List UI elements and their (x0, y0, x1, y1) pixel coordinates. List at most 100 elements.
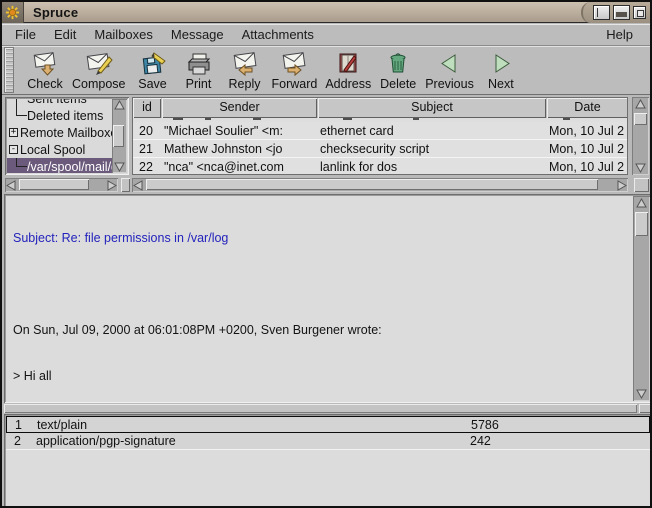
pane-splitter-handle[interactable] (121, 178, 130, 192)
delete-icon (390, 53, 406, 73)
forward-icon (283, 52, 306, 77)
print-icon (187, 53, 210, 75)
menubar: File Edit Mailboxes Message Attachments … (2, 24, 650, 45)
message-body: Subject: Re: file permissions in /var/lo… (7, 197, 631, 400)
scrollbar-thumb[interactable] (19, 179, 89, 190)
menu-message[interactable]: Message (162, 25, 233, 44)
folder-tree: Sent Items Deleted items + Remote Mailbo… (7, 99, 112, 173)
toolbar-label: Print (185, 77, 212, 91)
check-button[interactable]: Check (22, 47, 68, 93)
pane-splitter-handle[interactable] (639, 404, 650, 413)
toolbar-label: Delete (380, 77, 417, 91)
pane-splitter-handle[interactable] (634, 178, 649, 192)
save-button[interactable]: Save (130, 47, 176, 93)
menu-attachments[interactable]: Attachments (233, 25, 323, 44)
next-button[interactable]: Next (478, 47, 524, 93)
expand-plus-icon[interactable]: + (9, 128, 18, 137)
folder-tree-pane: Sent Items Deleted items + Remote Mailbo… (5, 97, 129, 175)
toolbar-label: Compose (72, 77, 126, 91)
folder-item-local-spool[interactable]: - Local Spool (7, 141, 112, 158)
message-subject-line: Subject: Re: file permissions in /var/lo… (13, 230, 229, 245)
previous-button[interactable]: Previous (421, 47, 478, 93)
toolbar-label: Forward (271, 77, 318, 91)
spruce-window: Spruce File Edit Mailboxes Message Attac… (0, 0, 652, 508)
column-header-subject[interactable]: Subject (318, 98, 546, 118)
message-row[interactable]: 22 "nca" <nca@inet.com lanlink for dos M… (133, 158, 627, 174)
titlebar[interactable]: Spruce (2, 2, 650, 23)
scrollbar-thumb[interactable] (113, 125, 124, 147)
scroll-left-icon[interactable] (132, 179, 145, 192)
tree-horizontal-scrollbar[interactable] (5, 178, 118, 192)
window-controls (581, 2, 650, 23)
close-button[interactable] (633, 5, 646, 19)
attachment-row[interactable]: 1 text/plain 5786 (6, 416, 650, 433)
column-header-date[interactable]: Date (547, 98, 627, 118)
column-header-id[interactable]: id (133, 98, 161, 118)
delete-button[interactable]: Delete (375, 47, 421, 93)
reply-button[interactable]: Reply (222, 47, 268, 93)
body-horizontal-scrollbar[interactable] (4, 404, 637, 413)
window-menu-button[interactable] (2, 2, 24, 23)
message-row[interactable]: 20 "Michael Soulier" <m: ethernet card M… (133, 122, 627, 140)
message-row-partial[interactable] (133, 118, 627, 122)
message-list-header: id Sender Subject Date (133, 98, 627, 118)
next-icon (495, 54, 510, 73)
folder-item-var-spool-mail[interactable]: /var/spool/mail/gj (7, 158, 112, 173)
forward-button[interactable]: Forward (268, 47, 322, 93)
toolbar-drag-handle[interactable] (4, 47, 14, 93)
body-vertical-scrollbar[interactable] (633, 196, 650, 401)
scrollbar-thumb[interactable] (635, 212, 648, 236)
message-row[interactable]: 21 Mathew Johnston <jo checksecurity scr… (133, 140, 627, 158)
scroll-down-icon[interactable] (635, 387, 648, 400)
compose-icon (86, 53, 113, 75)
list-horizontal-scrollbar[interactable] (132, 178, 628, 192)
tree-vertical-scrollbar[interactable] (112, 99, 127, 173)
column-header-sender[interactable]: Sender (162, 98, 317, 118)
shade-button[interactable] (593, 4, 610, 20)
menu-file[interactable]: File (6, 25, 45, 44)
scroll-right-icon[interactable] (615, 179, 628, 192)
print-button[interactable]: Print (176, 47, 222, 93)
scroll-up-icon[interactable] (113, 99, 126, 112)
tree-branch (16, 158, 27, 167)
menu-mailboxes[interactable]: Mailboxes (85, 25, 162, 44)
toolbar: Check Compose Save Print Reply Forward A… (2, 45, 650, 95)
folder-item-deleted-items[interactable]: Deleted items (7, 107, 112, 124)
address-button[interactable]: Address (321, 47, 375, 93)
collapse-minus-icon[interactable]: - (9, 145, 18, 154)
menu-edit[interactable]: Edit (45, 25, 85, 44)
previous-icon (440, 54, 456, 73)
save-icon (142, 52, 166, 75)
folder-item-sent-items[interactable]: Sent Items (7, 99, 112, 107)
check-mail-icon (33, 52, 56, 76)
list-vertical-scrollbar[interactable] (632, 97, 649, 175)
message-list-pane: id Sender Subject Date 20 "Michael Souli… (132, 97, 628, 175)
toolbar-label: Check (27, 77, 63, 91)
scroll-down-icon[interactable] (634, 161, 647, 174)
scroll-up-icon[interactable] (635, 197, 648, 210)
scroll-left-icon[interactable] (5, 179, 18, 192)
scroll-down-icon[interactable] (113, 160, 126, 173)
attachment-row[interactable]: 2 application/pgp-signature 242 (6, 433, 650, 450)
sunburst-icon (5, 5, 20, 19)
menu-help[interactable]: Help (597, 25, 642, 44)
tree-branch (16, 107, 27, 116)
toolbar-label: Address (325, 77, 372, 91)
window-title: Spruce (33, 4, 79, 20)
toolbar-label: Save (138, 77, 167, 91)
scroll-up-icon[interactable] (634, 98, 647, 111)
compose-button[interactable]: Compose (68, 47, 130, 93)
scroll-right-icon[interactable] (105, 179, 118, 192)
folder-item-remote-mailboxes[interactable]: + Remote Mailboxes (7, 124, 112, 141)
toolbar-label: Next (487, 77, 514, 91)
scrollbar-thumb[interactable] (146, 179, 598, 190)
toolbar-label: Previous (425, 77, 474, 91)
attachments-pane: 1 text/plain 5786 2 application/pgp-sign… (4, 414, 650, 506)
address-book-icon (339, 53, 357, 73)
message-body-pane: Subject: Re: file permissions in /var/lo… (4, 194, 650, 403)
tree-branch (16, 99, 27, 107)
scrollbar-thumb[interactable] (634, 113, 647, 125)
maximize-button[interactable] (613, 4, 630, 20)
reply-icon (233, 52, 256, 77)
toolbar-label: Reply (228, 77, 261, 91)
